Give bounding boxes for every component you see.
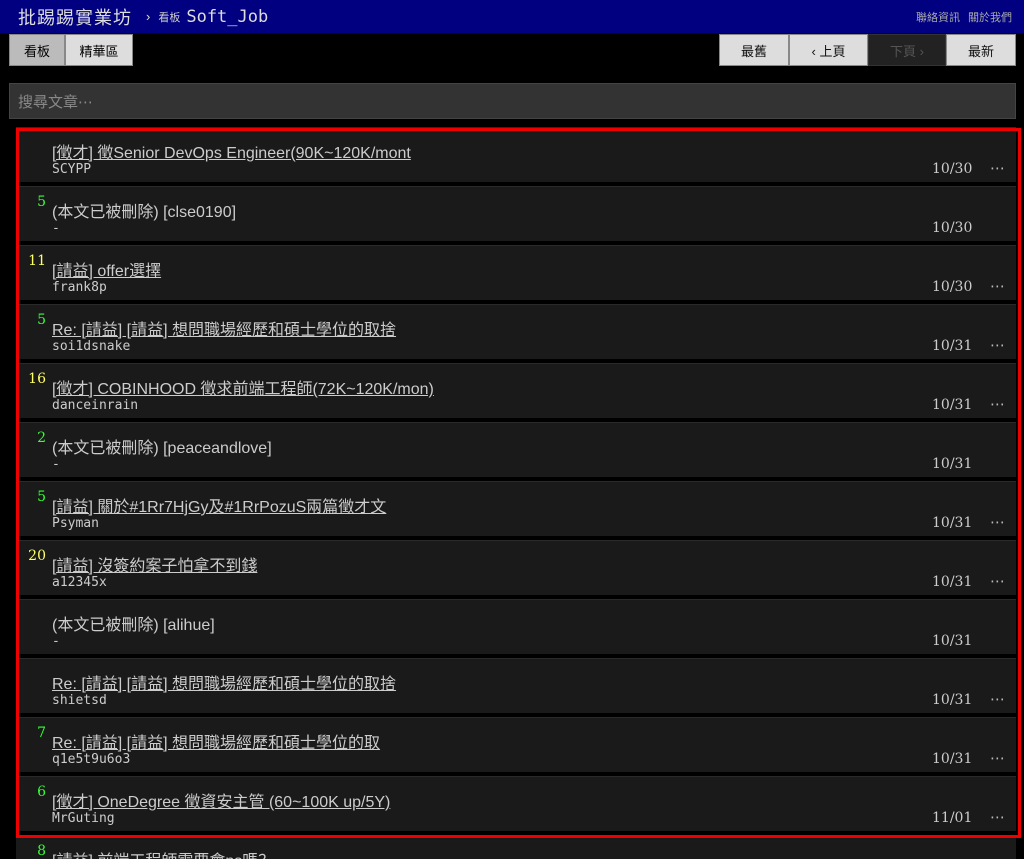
tab-digest[interactable]: 精華區 [65,34,133,66]
recommend-count: 6 [37,784,46,800]
post-date: 10/31 [932,456,973,472]
post-author: SCYPP [52,162,92,177]
board-name-link[interactable]: Soft_Job [186,7,268,27]
post-row[interactable]: 6 [徵才] OneDegree 徵資安主管 (60~100K up/5Y) MrG… [16,776,1016,831]
breadcrumb-separator: › [146,9,151,24]
post-title[interactable]: [徵才] COBINHOOD 徵求前端工程師(72K~120K/mon) [52,375,434,399]
more-options-icon[interactable]: ⋯ [990,690,1005,708]
post-author: - [52,221,60,236]
recommend-count: 8 [37,843,46,859]
post-row[interactable]: [徵才] 徵Senior DevOps Engineer(90K~120K/mo… [16,127,1016,182]
post-title[interactable]: (本文已被刪除) [peaceandlove] [52,434,272,458]
more-options-icon[interactable]: ⋯ [990,159,1005,177]
post-date: 10/31 [932,633,973,649]
post-row[interactable]: 5 Re: [請益] [請益] 想問職場經歷和碩士學位的取捨 soi1dsnake 1… [16,304,1016,359]
post-author: frank8p [52,280,107,295]
recommend-count: 5 [37,489,46,505]
post-author: a12345x [52,575,107,590]
newest-page-button[interactable]: 最新 [946,34,1016,66]
post-date: 10/30 [932,220,973,236]
post-author: shietsd [52,693,107,708]
post-title[interactable]: [請益] 關於#1Rr7HjGy及#1RrPozuS兩篇徵才文 [52,493,386,517]
post-title[interactable]: [徵才] 徵Senior DevOps Engineer(90K~120K/mo… [52,139,411,163]
post-title[interactable]: [請益] 前端工程師需要會ps嗎？ [52,847,274,859]
post-row[interactable]: 8 [請益] 前端工程師需要會ps嗎？ [16,835,1016,859]
post-author: q1e5t9u6o3 [52,752,131,767]
post-title[interactable]: (本文已被刪除) [clse0190] [52,198,236,222]
recommend-count: 5 [37,194,46,210]
post-row[interactable]: Re: [請益] [請益] 想問職場經歷和碩士學位的取捨 shietsd 10/31… [16,658,1016,713]
more-options-icon[interactable]: ⋯ [990,336,1005,354]
post-date: 10/30 [932,161,973,177]
more-options-icon[interactable]: ⋯ [990,808,1005,826]
post-row[interactable]: 20 [請益] 沒簽約案子怕拿不到錢 a12345x 10/31 ⋯ [16,540,1016,595]
next-page-button: 下頁 › [868,34,946,66]
post-row[interactable]: (本文已被刪除) [alihue] - 10/31 [16,599,1016,654]
post-date: 10/31 [932,397,973,413]
post-title[interactable]: [徵才] OneDegree 徵資安主管 (60~100K up/5Y) [52,788,390,812]
more-options-icon[interactable]: ⋯ [990,749,1005,767]
more-options-icon[interactable]: ⋯ [990,395,1005,413]
top-links: 聯絡資訊 關於我們 [916,9,1012,25]
post-title[interactable]: Re: [請益] [請益] 想問職場經歷和碩士學位的取 [52,729,380,753]
post-date: 10/31 [932,692,973,708]
post-author: soi1dsnake [52,339,131,354]
about-link[interactable]: 關於我們 [968,9,1012,25]
post-title[interactable]: Re: [請益] [請益] 想問職場經歷和碩士學位的取捨 [52,670,396,694]
tab-board[interactable]: 看板 [9,34,65,66]
recommend-count: 20 [28,548,46,564]
post-row[interactable]: 11 [請益] offer選擇 frank8p 10/30 ⋯ [16,245,1016,300]
post-title[interactable]: Re: [請益] [請益] 想問職場經歷和碩士學位的取捨 [52,316,396,340]
recommend-count: 2 [37,430,46,446]
post-row[interactable]: 2 (本文已被刪除) [peaceandlove] - 10/31 [16,422,1016,477]
more-options-icon[interactable]: ⋯ [990,277,1005,295]
post-date: 10/31 [932,338,973,354]
recommend-count: 5 [37,312,46,328]
more-options-icon[interactable]: ⋯ [990,513,1005,531]
more-options-icon[interactable]: ⋯ [990,572,1005,590]
post-author: Psyman [52,516,99,531]
post-author: - [52,457,60,472]
post-title[interactable]: [請益] 沒簽約案子怕拿不到錢 [52,552,257,576]
topbar: 批踢踢實業坊 › 看板 Soft_Job 聯絡資訊 關於我們 [0,0,1024,33]
post-row[interactable]: 5 (本文已被刪除) [clse0190] - 10/30 [16,186,1016,241]
oldest-page-button[interactable]: 最舊 [719,34,789,66]
post-date: 10/31 [932,515,973,531]
post-date: 10/31 [932,574,973,590]
post-title[interactable]: (本文已被刪除) [alihue] [52,611,215,635]
recommend-count: 16 [28,371,46,387]
post-title[interactable]: [請益] offer選擇 [52,257,161,281]
recommend-count: 11 [28,253,46,269]
prev-page-button[interactable]: ‹ 上頁 [789,34,868,66]
post-row[interactable]: 7 Re: [請益] [請益] 想問職場經歷和碩士學位的取 q1e5t9u6o3 10… [16,717,1016,772]
search-input[interactable]: 搜尋文章⋯ [9,83,1016,119]
post-row[interactable]: 5 [請益] 關於#1Rr7HjGy及#1RrPozuS兩篇徵才文 Psyman 10… [16,481,1016,536]
post-author: - [52,634,60,649]
post-date: 10/31 [932,751,973,767]
post-date: 10/30 [932,279,973,295]
contact-link[interactable]: 聯絡資訊 [916,9,960,25]
recommend-count: 7 [37,725,46,741]
post-row[interactable]: 16 [徵才] COBINHOOD 徵求前端工程師(72K~120K/mon) da… [16,363,1016,418]
post-date: 11/01 [932,810,973,826]
site-title[interactable]: 批踢踢實業坊 [18,4,132,30]
post-author: MrGuting [52,811,115,826]
post-author: danceinrain [52,398,139,413]
board-kind-label: 看板 [158,11,181,24]
